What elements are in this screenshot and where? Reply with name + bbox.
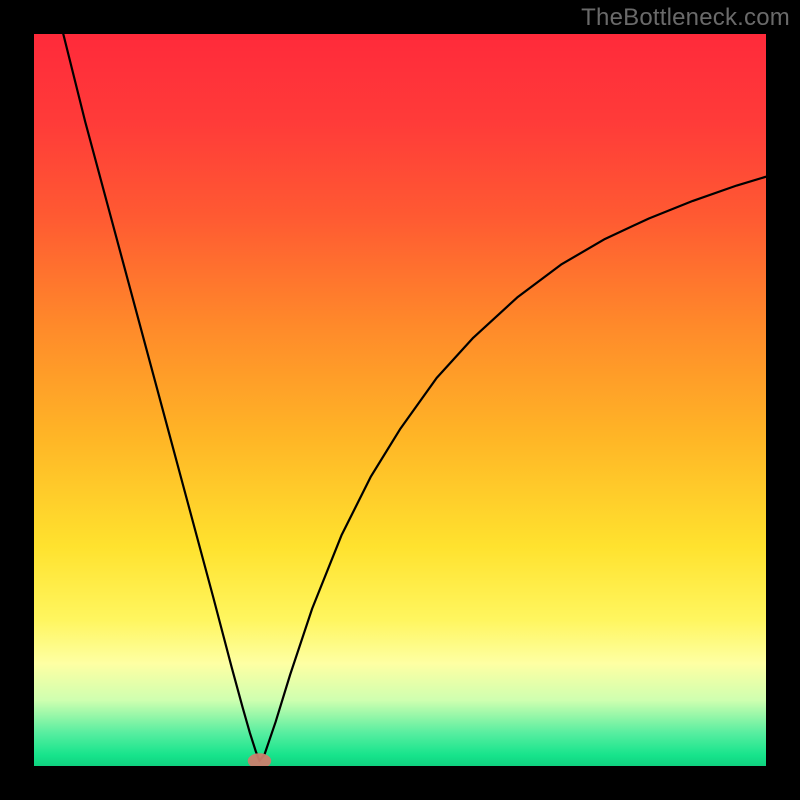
bottleneck-chart: [0, 0, 800, 800]
chart-gradient-background: [34, 34, 766, 766]
watermark-text: TheBottleneck.com: [581, 4, 790, 32]
chart-frame: TheBottleneck.com: [0, 0, 800, 800]
